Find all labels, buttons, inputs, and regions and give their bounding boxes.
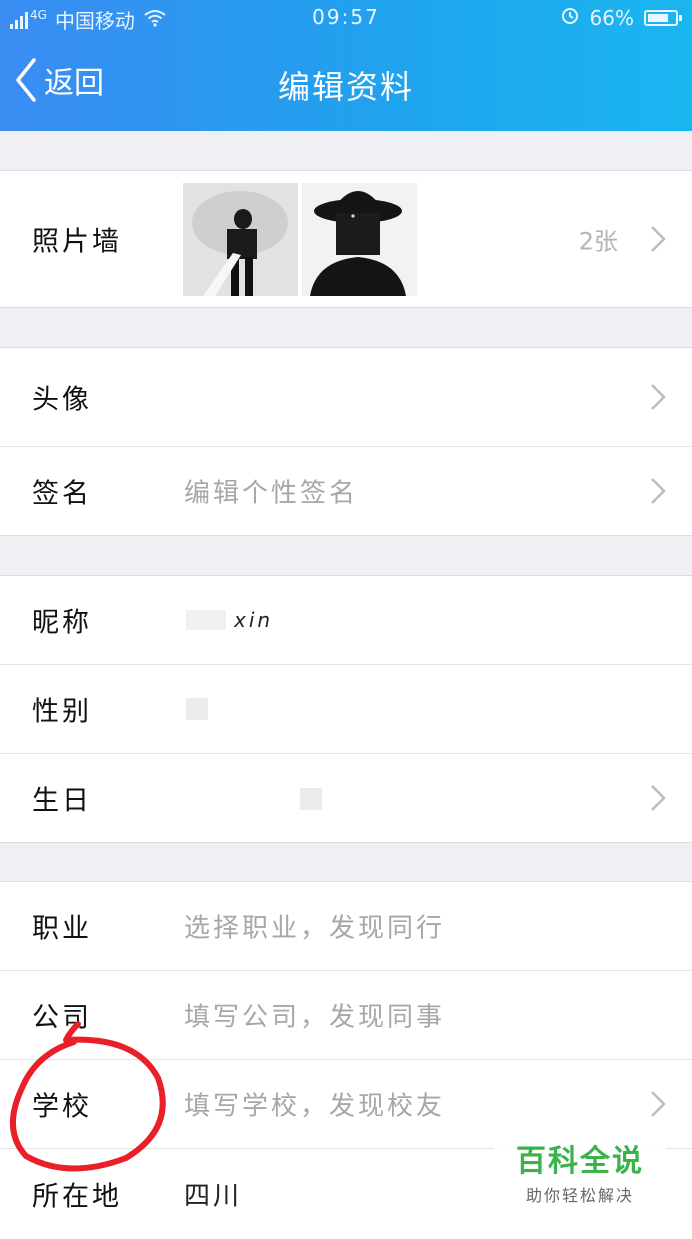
photo-thumbnail-2[interactable] — [302, 183, 417, 296]
watermark: 百科全说 助你轻松解决 — [494, 1122, 666, 1205]
occupation-label: 职业 — [32, 913, 92, 945]
photo-count: 2张 — [578, 227, 618, 256]
school-placeholder: 填写学校，发现校友 — [184, 1091, 446, 1122]
profile-section: 头像 签名 编辑个性签名 — [0, 347, 692, 536]
redaction-mask — [186, 610, 226, 630]
page-title: 编辑资料 — [277, 68, 414, 106]
nickname-row[interactable]: 昵称 xin — [0, 576, 692, 665]
occupation-placeholder: 选择职业，发现同行 — [184, 913, 446, 944]
avatar-label: 头像 — [32, 384, 92, 416]
occupation-row[interactable]: 职业 选择职业，发现同行 — [0, 882, 692, 971]
photo-wall-label: 照片墙 — [32, 226, 122, 258]
photo-wall-section: 照片墙 2张 — [0, 170, 692, 308]
redaction-mask — [300, 788, 322, 810]
nickname-value: xin — [234, 608, 274, 632]
avatar-row[interactable]: 头像 — [0, 348, 692, 447]
location-value: 四川 — [184, 1181, 243, 1212]
chevron-right-icon — [651, 478, 666, 504]
watermark-subtitle: 助你轻松解决 — [525, 1186, 634, 1205]
birthday-label: 生日 — [32, 785, 92, 817]
status-bar: 4G 中国移动 09:57 66% — [0, 0, 692, 36]
chevron-right-icon — [651, 785, 666, 811]
company-placeholder: 填写公司，发现同事 — [184, 1002, 446, 1033]
company-label: 公司 — [32, 1002, 92, 1034]
alarm-icon — [560, 5, 580, 30]
school-label: 学校 — [32, 1091, 92, 1123]
chevron-right-icon — [651, 1091, 666, 1117]
gender-row[interactable]: 性别 — [0, 665, 692, 754]
watermark-title: 百科全说 — [516, 1144, 644, 1179]
redaction-mask — [186, 698, 208, 720]
company-row[interactable]: 公司 填写公司，发现同事 — [0, 971, 692, 1060]
chevron-right-icon — [651, 226, 666, 252]
signature-row[interactable]: 签名 编辑个性签名 — [0, 447, 692, 535]
photo-thumbnail-1[interactable] — [183, 183, 298, 296]
birthday-row[interactable]: 生日 — [0, 754, 692, 842]
signature-placeholder: 编辑个性签名 — [184, 478, 359, 509]
photo-wall-row[interactable]: 照片墙 2张 — [0, 171, 692, 307]
location-label: 所在地 — [32, 1181, 122, 1213]
battery-icon — [644, 9, 682, 26]
header: 4G 中国移动 09:57 66% 返回 编辑资料 — [0, 0, 692, 131]
basic-info-section: 昵称 xin 性别 生日 — [0, 575, 692, 843]
chevron-right-icon — [651, 384, 666, 410]
signature-label: 签名 — [32, 478, 92, 510]
nickname-label: 昵称 — [32, 607, 92, 639]
gender-label: 性别 — [32, 696, 92, 728]
battery-percent: 66% — [589, 5, 634, 30]
